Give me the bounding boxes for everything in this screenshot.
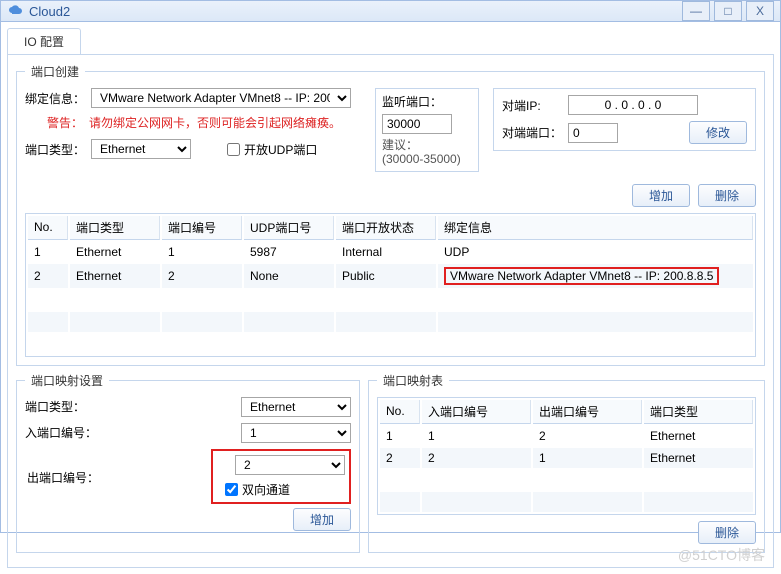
tab-io-config[interactable]: IO 配置 xyxy=(7,28,81,54)
map-out-label: 出端口编号： xyxy=(27,469,99,486)
map-delete-button[interactable]: 删除 xyxy=(698,521,756,544)
map-table-group: 端口映射表 No. 入端口编号 出端口编号 端口类型 112Ethernet xyxy=(368,372,765,553)
content-area: IO 配置 端口创建 绑定信息： VMware Network Adapter … xyxy=(1,22,780,574)
titlebar: Cloud2 — □ X xyxy=(1,1,780,22)
tabbar: IO 配置 xyxy=(7,28,774,54)
listen-port-box: 监听端口： 建议： (30000-35000) xyxy=(375,88,479,172)
open-udp-input[interactable] xyxy=(227,143,240,156)
col-num: 端口编号 xyxy=(162,216,242,240)
map-out-select[interactable]: 2 xyxy=(235,455,345,475)
col-state: 端口开放状态 xyxy=(336,216,436,240)
col-type: 端口类型 xyxy=(70,216,160,240)
map-table[interactable]: No. 入端口编号 出端口编号 端口类型 112Ethernet 221Ethe… xyxy=(377,397,756,515)
port-delete-button[interactable]: 删除 xyxy=(698,184,756,207)
mcol-out: 出端口编号 xyxy=(533,400,642,424)
map-settings-legend: 端口映射设置 xyxy=(25,372,109,389)
table-row[interactable]: 1Ethernet15987InternalUDP xyxy=(28,242,753,262)
tab-panel: 端口创建 绑定信息： VMware Network Adapter VMnet8… xyxy=(7,54,774,568)
port-create-group: 端口创建 绑定信息： VMware Network Adapter VMnet8… xyxy=(16,63,765,366)
bind-info-label: 绑定信息： xyxy=(25,90,85,107)
col-udp: UDP端口号 xyxy=(244,216,334,240)
peer-port-label: 对端端口： xyxy=(502,124,562,141)
warn-label: 警告： xyxy=(47,114,83,131)
mcol-no: No. xyxy=(380,400,420,424)
bidi-checkbox[interactable]: 双向通道 xyxy=(225,481,345,498)
map-settings-group: 端口映射设置 端口类型： Ethernet 入端口编号： 1 2 xyxy=(16,372,360,553)
minimize-button[interactable]: — xyxy=(682,1,710,21)
app-window: Cloud2 — □ X IO 配置 端口创建 绑定信息： VMware Net… xyxy=(0,0,781,533)
close-button[interactable]: X xyxy=(746,1,774,21)
table-row[interactable]: 221Ethernet xyxy=(380,448,753,468)
app-logo-icon xyxy=(7,3,23,19)
col-no: No. xyxy=(28,216,68,240)
peer-ip-input[interactable]: 0 . 0 . 0 . 0 xyxy=(568,95,698,115)
bidi-label: 双向通道 xyxy=(242,481,290,498)
port-create-legend: 端口创建 xyxy=(25,63,85,80)
col-bind: 绑定信息 xyxy=(438,216,753,240)
peer-port-input[interactable] xyxy=(568,123,618,143)
open-udp-label: 开放UDP端口 xyxy=(244,141,317,158)
port-add-button[interactable]: 增加 xyxy=(632,184,690,207)
maximize-button[interactable]: □ xyxy=(714,1,742,21)
map-type-label: 端口类型： xyxy=(25,398,115,415)
map-in-select[interactable]: 1 xyxy=(241,423,351,443)
bind-info-select[interactable]: VMware Network Adapter VMnet8 -- IP: 200… xyxy=(91,88,351,108)
table-row xyxy=(380,492,753,512)
mcol-type: 端口类型 xyxy=(644,400,753,424)
table-row xyxy=(380,470,753,490)
map-add-button[interactable]: 增加 xyxy=(293,508,351,531)
port-type-label: 端口类型： xyxy=(25,141,85,158)
listen-port-input[interactable] xyxy=(382,114,452,134)
port-table[interactable]: No. 端口类型 端口编号 UDP端口号 端口开放状态 绑定信息 1Ethern… xyxy=(25,213,756,357)
open-udp-checkbox[interactable]: 开放UDP端口 xyxy=(227,141,317,158)
window-title: Cloud2 xyxy=(29,4,678,19)
highlight-out-box: 2 双向通道 xyxy=(211,449,351,504)
watermark: @51CTO博客 xyxy=(678,545,765,565)
table-row xyxy=(28,290,753,310)
warn-text: 请勿绑定公网网卡，否则可能会引起网络瘫痪。 xyxy=(89,114,341,131)
listen-port-label: 监听端口： xyxy=(382,93,472,110)
bidi-input[interactable] xyxy=(225,483,238,496)
map-type-select[interactable]: Ethernet xyxy=(241,397,351,417)
map-in-label: 入端口编号： xyxy=(25,424,115,441)
port-type-select[interactable]: Ethernet xyxy=(91,139,191,159)
highlight-bind-cell: VMware Network Adapter VMnet8 -- IP: 200… xyxy=(444,267,719,285)
peer-box: 对端IP: 0 . 0 . 0 . 0 对端端口： 修改 xyxy=(493,88,756,151)
modify-button[interactable]: 修改 xyxy=(689,121,747,144)
listen-port-advice: 建议： (30000-35000) xyxy=(382,138,472,167)
table-row[interactable]: 112Ethernet xyxy=(380,426,753,446)
table-row[interactable]: 2Ethernet2NonePublicVMware Network Adapt… xyxy=(28,264,753,288)
map-table-legend: 端口映射表 xyxy=(377,372,449,389)
table-row xyxy=(28,334,753,354)
table-row xyxy=(28,312,753,332)
peer-ip-label: 对端IP: xyxy=(502,97,562,114)
mcol-in: 入端口编号 xyxy=(422,400,531,424)
